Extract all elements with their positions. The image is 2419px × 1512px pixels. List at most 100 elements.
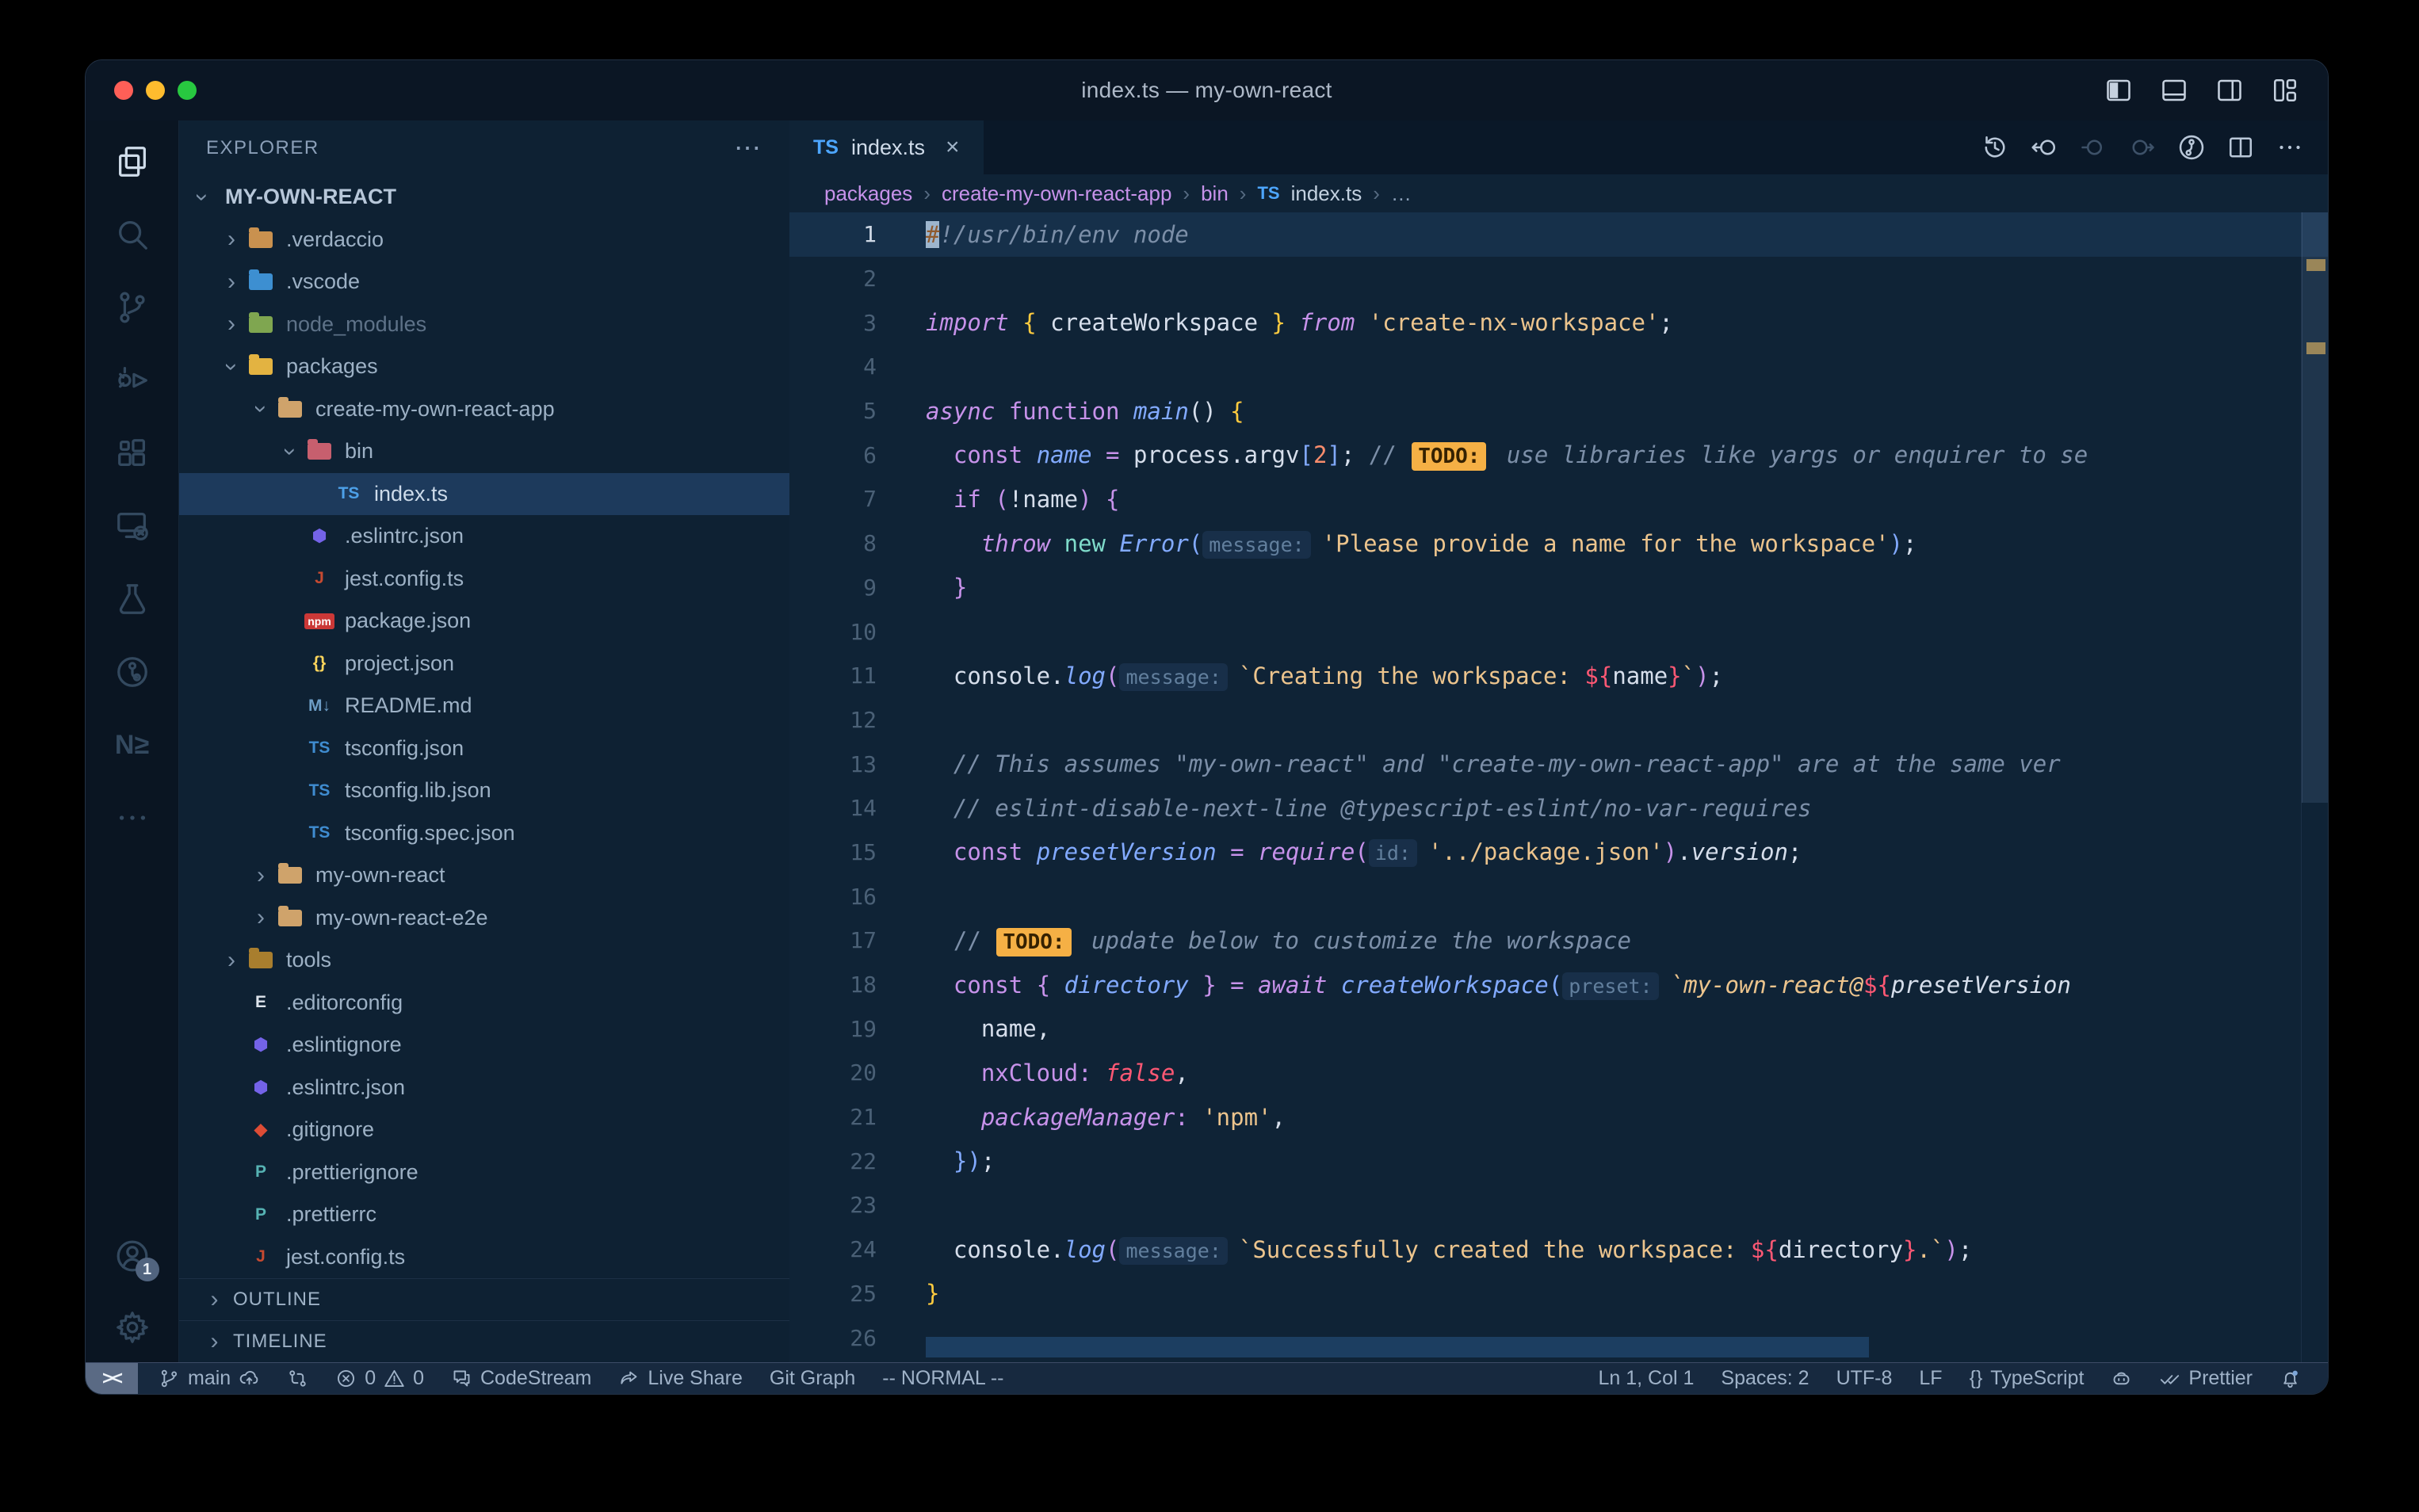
circle-left-icon[interactable] bbox=[2079, 133, 2108, 162]
ellipsis-icon[interactable] bbox=[2276, 133, 2304, 162]
code-line-22[interactable]: 22 }); bbox=[789, 1139, 2328, 1183]
code-line-12[interactable]: 12 bbox=[789, 698, 2328, 743]
breadcrumb-item[interactable]: bin bbox=[1201, 181, 1229, 206]
explorer-actions-icon[interactable]: ⋯ bbox=[734, 144, 762, 152]
panel-left-icon[interactable] bbox=[2104, 76, 2133, 105]
code-line-4[interactable]: 4 bbox=[789, 345, 2328, 389]
code-line-21[interactable]: 21 packageManager: 'npm', bbox=[789, 1095, 2328, 1140]
tree-file--editorconfig[interactable]: E.editorconfig bbox=[179, 982, 789, 1025]
activity-item-testing[interactable] bbox=[112, 578, 153, 620]
code-line-6[interactable]: 6 const name = process.argv[2]; // TODO:… bbox=[789, 433, 2328, 477]
tree-file-jest-config-ts[interactable]: Jjest.config.ts bbox=[179, 1236, 789, 1279]
tree-folder-tools[interactable]: ›tools bbox=[179, 939, 789, 982]
git-compare-item[interactable] bbox=[287, 1368, 308, 1389]
breadcrumb-file[interactable]: index.ts bbox=[1291, 181, 1362, 206]
history-icon[interactable] bbox=[1981, 133, 2009, 162]
activity-item-run-debug[interactable] bbox=[112, 360, 153, 401]
minimize-window-button[interactable] bbox=[146, 81, 165, 100]
tree-file-tsconfig-json[interactable]: TStsconfig.json bbox=[179, 727, 789, 770]
tree-folder-bin[interactable]: ›bin bbox=[179, 430, 789, 473]
indentation-item[interactable]: Spaces: 2 bbox=[1721, 1367, 1809, 1390]
activity-item-nx-console[interactable]: N≥ bbox=[112, 724, 153, 766]
code-line-19[interactable]: 19 name, bbox=[789, 1006, 2328, 1051]
tree-folder-node-modules[interactable]: ›node_modules bbox=[179, 304, 789, 346]
tree-file--prettierrc[interactable]: P.prettierrc bbox=[179, 1193, 789, 1236]
code-editor[interactable]: 1#!/usr/bin/env node23import { createWor… bbox=[789, 212, 2328, 1362]
breadcrumb-item[interactable]: packages bbox=[824, 181, 912, 206]
activity-item-remote-explorer[interactable] bbox=[112, 506, 153, 547]
activity-item-source-control[interactable] bbox=[112, 287, 153, 328]
eol-item[interactable]: LF bbox=[1919, 1367, 1942, 1390]
code-line-24[interactable]: 24 console.log(message:`Successfully cre… bbox=[789, 1228, 2328, 1272]
code-line-15[interactable]: 15 const presetVersion = require(id:'../… bbox=[789, 830, 2328, 875]
back-circle-icon[interactable] bbox=[2030, 133, 2058, 162]
layout-grid-icon[interactable] bbox=[2271, 76, 2299, 105]
live-share-item[interactable]: Live Share bbox=[618, 1367, 743, 1390]
tree-file-tsconfig-spec-json[interactable]: TStsconfig.spec.json bbox=[179, 812, 789, 855]
tree-folder-packages[interactable]: ›packages bbox=[179, 346, 789, 388]
code-line-18[interactable]: 18 const { directory } = await createWor… bbox=[789, 963, 2328, 1007]
sidebar-section-timeline[interactable]: ›TIMELINE bbox=[179, 1320, 789, 1362]
language-item[interactable]: {}TypeScript bbox=[1970, 1367, 2085, 1390]
remote-indicator[interactable]: >< bbox=[86, 1363, 138, 1394]
tree-file-tsconfig-lib-json[interactable]: TStsconfig.lib.json bbox=[179, 769, 789, 812]
activity-item-extensions[interactable] bbox=[112, 433, 153, 474]
activity-item-explorer[interactable] bbox=[112, 141, 153, 182]
circle-right-icon[interactable] bbox=[2128, 133, 2157, 162]
tab-index-ts[interactable]: TS index.ts × bbox=[789, 120, 984, 174]
tree-file--prettierignore[interactable]: P.prettierignore bbox=[179, 1151, 789, 1194]
tree-file-index-ts[interactable]: TSindex.ts bbox=[179, 473, 789, 516]
breadcrumb-item[interactable]: create-my-own-react-app bbox=[942, 181, 1171, 206]
close-window-button[interactable] bbox=[114, 81, 133, 100]
code-line-5[interactable]: 5async function main() { bbox=[789, 389, 2328, 433]
activity-item-more[interactable] bbox=[112, 797, 153, 838]
copilot-item[interactable] bbox=[2111, 1368, 2132, 1389]
tree-file-package-json[interactable]: npmpackage.json bbox=[179, 600, 789, 643]
tree-file--gitignore[interactable]: ◆.gitignore bbox=[179, 1109, 789, 1151]
tree-file--eslintrc-json[interactable]: ⬢.eslintrc.json bbox=[179, 515, 789, 558]
branch-circle-icon[interactable] bbox=[2177, 133, 2206, 162]
tree-file-project-json[interactable]: {}project.json bbox=[179, 643, 789, 685]
activity-item-account[interactable]: 1 bbox=[112, 1235, 153, 1277]
code-line-17[interactable]: 17 // TODO: update below to customize th… bbox=[789, 918, 2328, 963]
code-line-23[interactable]: 23 bbox=[789, 1183, 2328, 1228]
prettier-item[interactable]: Prettier bbox=[2159, 1367, 2253, 1390]
panel-bottom-icon[interactable] bbox=[2160, 76, 2188, 105]
panel-right-icon[interactable] bbox=[2215, 76, 2244, 105]
tree-folder--vscode[interactable]: ›.vscode bbox=[179, 261, 789, 304]
vim-mode-item[interactable]: -- NORMAL -- bbox=[882, 1367, 1003, 1390]
activity-item-search[interactable] bbox=[112, 214, 153, 255]
tree-folder--verdaccio[interactable]: ›.verdaccio bbox=[179, 219, 789, 262]
cursor-position-item[interactable]: Ln 1, Col 1 bbox=[1598, 1367, 1694, 1390]
code-line-11[interactable]: 11 console.log(message:`Creating the wor… bbox=[789, 654, 2328, 698]
tree-file-jest-config-ts[interactable]: Jjest.config.ts bbox=[179, 558, 789, 601]
activity-item-gitlens[interactable] bbox=[112, 651, 153, 693]
tree-file--eslintrc-json[interactable]: ⬢.eslintrc.json bbox=[179, 1067, 789, 1109]
encoding-item[interactable]: UTF-8 bbox=[1836, 1367, 1893, 1390]
breadcrumb[interactable]: packages›create-my-own-react-app›bin›TSi… bbox=[789, 174, 2328, 212]
breadcrumb-more[interactable]: … bbox=[1391, 181, 1412, 206]
code-line-1[interactable]: 1#!/usr/bin/env node bbox=[789, 212, 2328, 257]
tree-folder-my-own-react-e2e[interactable]: ›my-own-react-e2e bbox=[179, 897, 789, 940]
tree-folder-create-my-own-react-app[interactable]: ›create-my-own-react-app bbox=[179, 388, 789, 431]
zoom-window-button[interactable] bbox=[178, 81, 197, 100]
problems-item[interactable]: 00 bbox=[335, 1367, 424, 1390]
code-line-9[interactable]: 9 } bbox=[789, 566, 2328, 610]
code-line-25[interactable]: 25} bbox=[789, 1272, 2328, 1316]
code-line-20[interactable]: 20 nxCloud: false, bbox=[789, 1051, 2328, 1095]
tree-file-readme-md[interactable]: M↓README.md bbox=[179, 685, 789, 727]
code-line-16[interactable]: 16 bbox=[789, 874, 2328, 918]
tree-folder-my-own-react[interactable]: ›MY-OWN-REACT bbox=[179, 176, 789, 219]
tree-file--eslintignore[interactable]: ⬢.eslintignore bbox=[179, 1024, 789, 1067]
code-line-2[interactable]: 2 bbox=[789, 257, 2328, 301]
activity-item-settings[interactable] bbox=[112, 1307, 153, 1348]
codestream-item[interactable]: CodeStream bbox=[451, 1367, 591, 1390]
tree-folder-my-own-react[interactable]: ›my-own-react bbox=[179, 854, 789, 897]
titlebar[interactable]: index.ts — my-own-react bbox=[86, 60, 2328, 120]
branch-item[interactable]: main bbox=[159, 1367, 260, 1390]
close-tab-icon[interactable]: × bbox=[946, 134, 960, 161]
split-editor-icon[interactable] bbox=[2226, 133, 2255, 162]
sidebar-section-outline[interactable]: ›OUTLINE bbox=[179, 1278, 789, 1320]
code-line-10[interactable]: 10 bbox=[789, 609, 2328, 654]
vertical-scrollbar[interactable] bbox=[2302, 212, 2328, 803]
